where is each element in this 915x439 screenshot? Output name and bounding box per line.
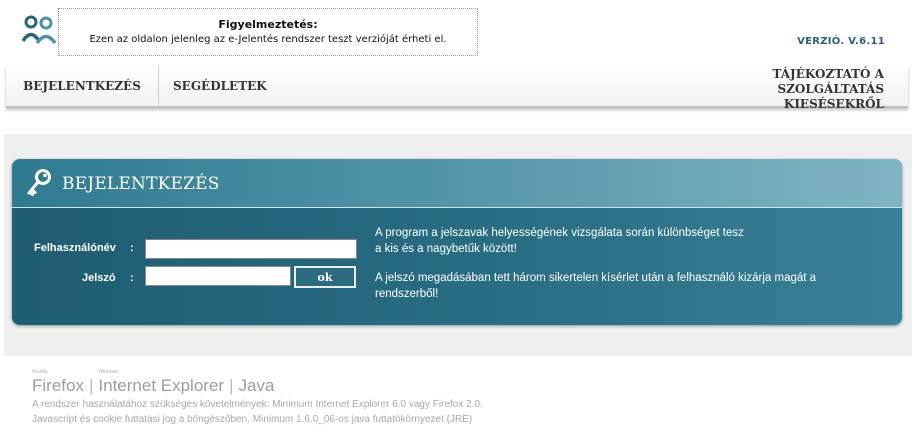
nav-login[interactable]: BEJELENTKEZÉS <box>6 66 159 106</box>
key-icon <box>26 168 54 198</box>
password-colon: : <box>130 272 134 284</box>
nav-help[interactable]: SEGÉDLETEK <box>173 66 267 106</box>
username-input[interactable] <box>145 239 357 259</box>
logo-separator: | <box>229 376 234 395</box>
ok-button[interactable]: ok <box>294 266 356 288</box>
java-logo: Java <box>238 376 275 395</box>
requirements-text: A rendszer használatához szükséges követ… <box>32 397 483 427</box>
lockout-note: A jelszó megadásában tett három sikertel… <box>375 270 875 302</box>
ie-logo: Windows Internet Explorer <box>98 369 225 396</box>
note-line: A program a jelszavak helyességének vizs… <box>375 227 744 239</box>
users-logo-icon <box>21 14 58 46</box>
login-form: Felhasználónév : Jelszó : ok A program a… <box>12 208 902 325</box>
note-line: rendszerből! <box>375 288 439 300</box>
nav-outage-info-line: SZOLGÁLTATÁS <box>777 82 884 96</box>
ie-logo-small: Windows <box>98 369 119 375</box>
requirements-line: A rendszer használatához szükséges követ… <box>32 399 483 410</box>
password-label: Jelszó <box>82 272 116 284</box>
main-nav: BEJELENTKEZÉS SEGÉDLETEK TÁJÉKOZTATÓ A S… <box>6 66 908 111</box>
login-panel-title: BEJELENTKEZÉS <box>62 174 220 194</box>
login-panel: BEJELENTKEZÉS Felhasználónév : Jelszó : … <box>12 159 902 325</box>
username-colon: : <box>130 242 134 254</box>
password-input[interactable] <box>145 266 291 286</box>
logo-separator: | <box>88 376 94 395</box>
nav-outage-info[interactable]: TÁJÉKOZTATÓ A SZOLGÁLTATÁS KIESÉSEKRŐL <box>744 66 884 111</box>
username-label: Felhasználónév <box>34 242 116 254</box>
note-line: a kis és a nagybetűk között! <box>375 243 517 255</box>
case-sensitivity-note: A program a jelszavak helyességének vizs… <box>375 225 875 257</box>
note-line: A jelszó megadásában tett három sikertel… <box>375 272 817 284</box>
login-panel-header: BEJELENTKEZÉS <box>12 159 902 208</box>
firefox-logo: Mozilla Firefox <box>32 369 84 396</box>
firefox-logo-small: Mozilla <box>32 369 48 375</box>
firefox-logo-text: Firefox <box>32 376 84 395</box>
requirements-line: Javascript és cookie futtatási jog a bön… <box>32 414 473 425</box>
warning-text: Ezen az oldalon jelenleg az e-Jelentés r… <box>89 34 447 45</box>
ie-logo-text: Internet Explorer <box>98 376 225 395</box>
version-label: VERZIÓ. V.6.11 <box>797 36 885 47</box>
browser-requirements-logos: Mozilla Firefox | Windows Internet Explo… <box>32 369 275 396</box>
warning-box: Figyelmeztetés: Ezen az oldalon jelenleg… <box>58 8 478 56</box>
nav-outage-info-line: KIESÉSEKRŐL <box>783 97 884 111</box>
warning-title: Figyelmeztetés: <box>218 18 318 31</box>
nav-outage-info-line: TÁJÉKOZTATÓ A <box>772 67 884 81</box>
